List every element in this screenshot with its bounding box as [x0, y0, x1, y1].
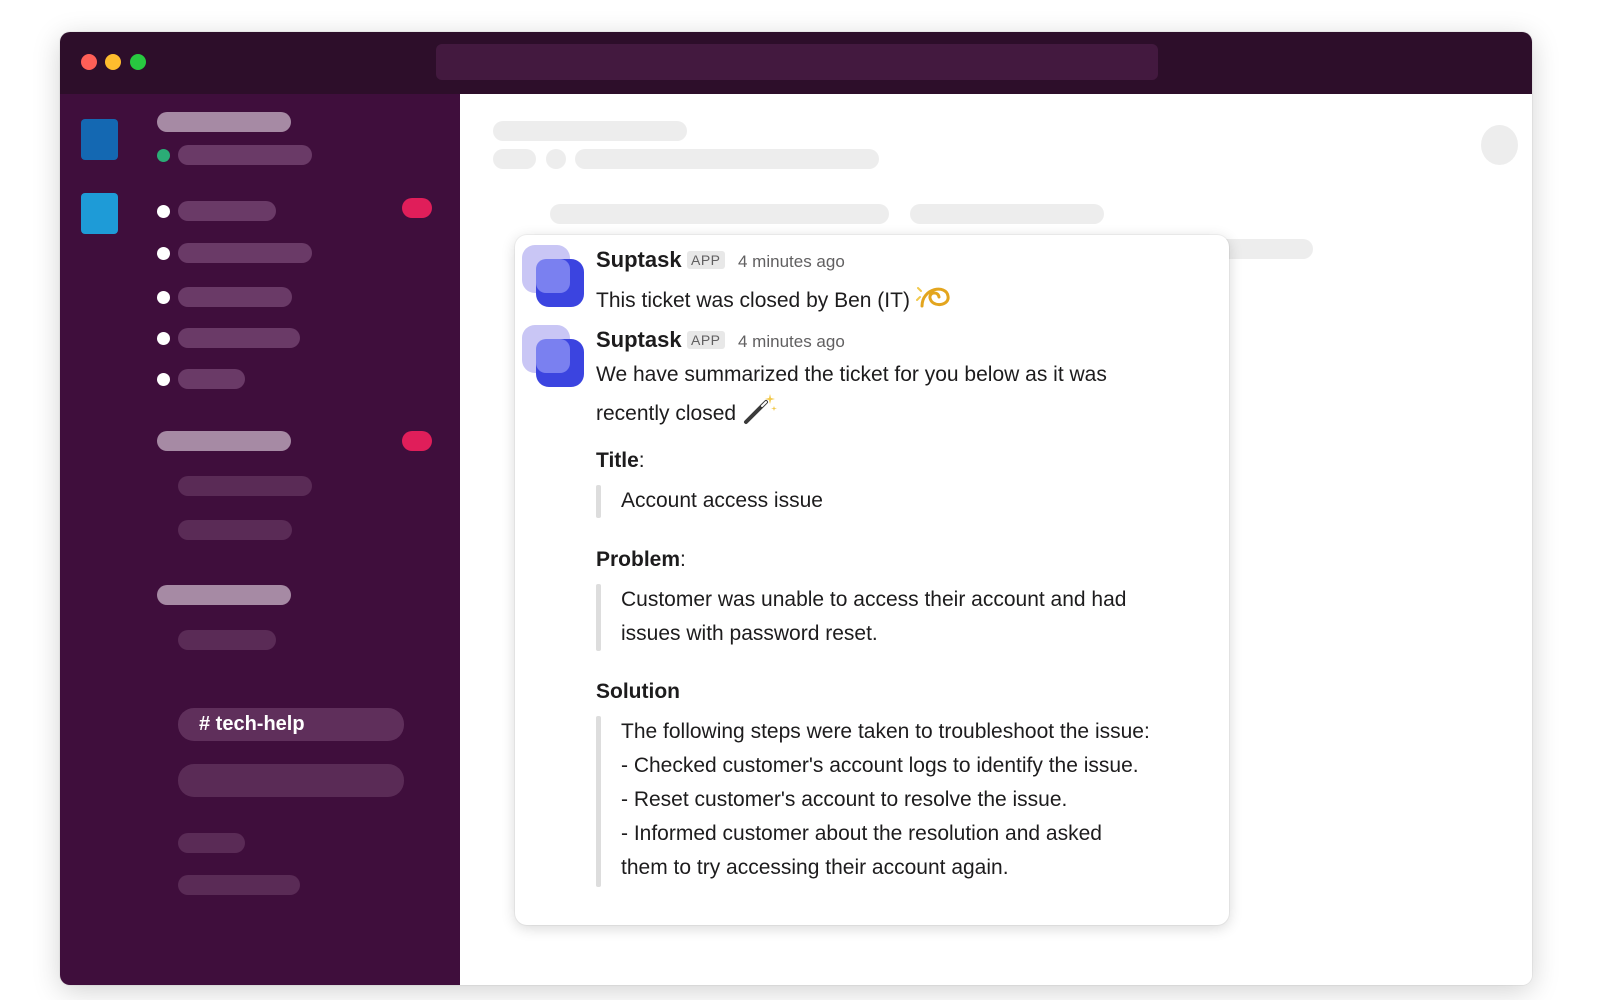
message-card: Suptask APP 4 minutes ago This ticket wa…: [515, 235, 1229, 925]
title-value: Account access issue: [621, 489, 823, 512]
sidebar-item-placeholder[interactable]: [178, 833, 245, 853]
mention-badge: [402, 431, 432, 451]
problem-label: Problem:: [596, 548, 686, 571]
channel-title-placeholder: [493, 121, 687, 141]
section-header-placeholder[interactable]: [157, 431, 291, 451]
unread-dot-icon: [157, 247, 170, 260]
unread-dot-icon: [157, 373, 170, 386]
solution-line: - Reset customer's account to resolve th…: [621, 788, 1068, 811]
sidebar-item-placeholder[interactable]: [178, 476, 312, 496]
solution-line: - Informed customer about the resolution…: [621, 822, 1102, 845]
sidebar-item-placeholder[interactable]: [178, 875, 300, 895]
message-placeholder: [550, 204, 889, 224]
message-timestamp[interactable]: 4 minutes ago: [738, 332, 845, 352]
message-text-content: recently closed: [596, 402, 737, 426]
solution-line: - Checked customer's account logs to ide…: [621, 754, 1139, 777]
quote-bar: [596, 584, 601, 651]
quote-bar: [596, 485, 601, 518]
message-text-line: We have summarized the ticket for you be…: [596, 363, 1107, 386]
sidebar-item-placeholder[interactable]: [178, 369, 245, 389]
message-placeholder: [910, 204, 1104, 224]
sidebar: # tech-help: [60, 94, 460, 985]
solution-line: The following steps were taken to troubl…: [621, 720, 1150, 743]
workspace-name-placeholder[interactable]: [157, 112, 291, 132]
unread-dot-icon: [157, 291, 170, 304]
channel-meta-dot: [546, 149, 566, 169]
message-author[interactable]: Suptask: [596, 327, 682, 353]
app-tag: APP: [687, 251, 725, 269]
status-online-icon: [157, 149, 170, 162]
sidebar-item-placeholder[interactable]: [178, 630, 276, 650]
workspace-icon-1[interactable]: [81, 119, 118, 160]
unread-dot-icon: [157, 332, 170, 345]
channel-topic-placeholder: [575, 149, 879, 169]
sidebar-item-tech-help[interactable]: # tech-help: [178, 708, 404, 741]
workspace-icon-2[interactable]: [81, 193, 118, 234]
magic-wand-emoji-icon: [742, 392, 778, 437]
message-author[interactable]: Suptask: [596, 247, 682, 273]
app-tag: APP: [687, 331, 725, 349]
message-timestamp[interactable]: 4 minutes ago: [738, 252, 845, 272]
message-text: This ticket was closed by Ben (IT): [596, 278, 954, 325]
sidebar-item-placeholder[interactable]: [178, 243, 312, 263]
details-icon[interactable]: [1481, 125, 1518, 165]
quote-bar: [596, 716, 601, 887]
unread-dot-icon: [157, 205, 170, 218]
mention-badge: [402, 198, 432, 218]
sidebar-item-placeholder[interactable]: [178, 201, 276, 221]
close-window-button[interactable]: [81, 54, 97, 70]
solution-line: them to try accessing their account agai…: [621, 856, 1009, 879]
sidebar-item-placeholder[interactable]: [178, 328, 300, 348]
minimize-window-button[interactable]: [105, 54, 121, 70]
message-text: recently closed: [596, 392, 778, 437]
channel-meta-placeholder: [493, 149, 536, 169]
user-status-placeholder[interactable]: [178, 145, 312, 165]
suptask-avatar[interactable]: [522, 245, 586, 309]
main-pane: Suptask APP 4 minutes ago This ticket wa…: [460, 94, 1532, 985]
suptask-avatar[interactable]: [522, 325, 586, 389]
maximize-window-button[interactable]: [130, 54, 146, 70]
sidebar-item-placeholder[interactable]: [178, 287, 292, 307]
problem-line: Customer was unable to access their acco…: [621, 588, 1127, 611]
solution-label: Solution: [596, 680, 680, 703]
title-label: Title:: [596, 449, 645, 472]
dizzy-emoji-icon: [915, 278, 954, 325]
message-text-content: This ticket was closed by Ben (IT): [596, 289, 910, 313]
sidebar-item-placeholder[interactable]: [178, 520, 292, 540]
title-bar: [60, 32, 1532, 94]
search-bar[interactable]: [436, 44, 1158, 80]
app-window: # tech-help Suptask APP 4 minutes ago Th…: [60, 32, 1532, 985]
section-header-placeholder[interactable]: [157, 585, 291, 605]
sidebar-item-placeholder[interactable]: [178, 764, 404, 797]
problem-line: issues with password reset.: [621, 622, 878, 645]
